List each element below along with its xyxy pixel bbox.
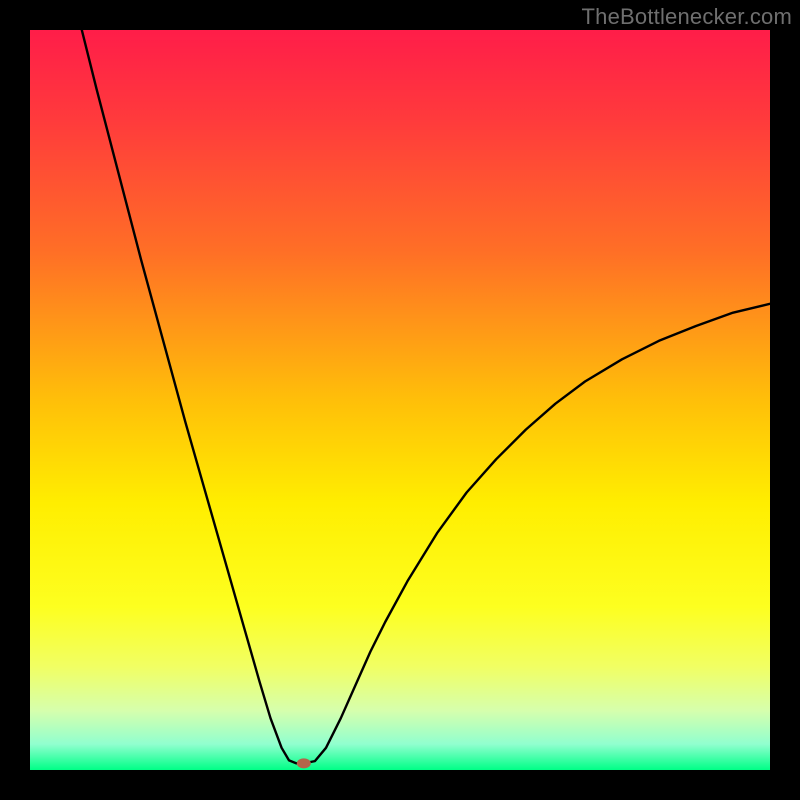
- chart-frame: TheBottlenecker.com: [0, 0, 800, 800]
- gradient-background: [30, 30, 770, 770]
- bottleneck-chart: [30, 30, 770, 770]
- watermark-label: TheBottlenecker.com: [582, 4, 792, 30]
- optimal-point-marker: [297, 758, 311, 768]
